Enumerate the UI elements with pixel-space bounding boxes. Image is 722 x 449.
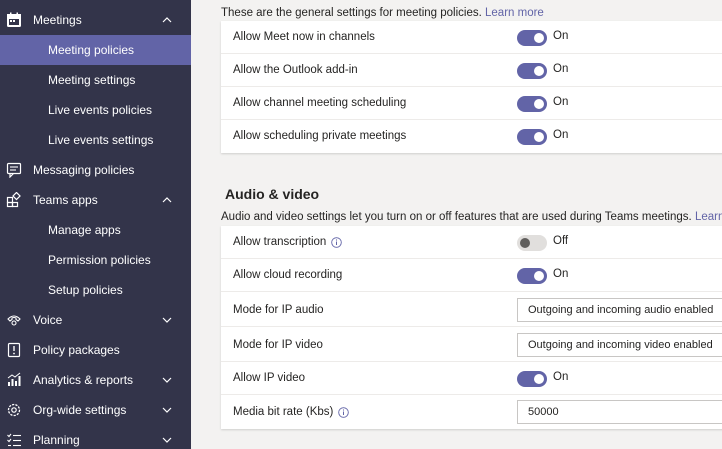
setting-row: Allow IP video On: [221, 362, 722, 395]
nav-voice-label: Voice: [33, 313, 63, 327]
setting-row: Allow Meet now in channels On: [221, 21, 722, 54]
nav-manage-apps-label: Manage apps: [48, 223, 121, 237]
message-icon: [6, 162, 22, 178]
gear-icon: [6, 402, 22, 418]
nav-meetings-label: Meetings: [33, 13, 82, 27]
nav-meeting-policies-label: Meeting policies: [48, 43, 135, 57]
toggle-state: On: [553, 268, 569, 280]
nav-org-wide-settings-label: Org-wide settings: [33, 403, 127, 417]
nav-teams-apps-label: Teams apps: [33, 193, 98, 207]
nav-meetings[interactable]: Meetings: [0, 5, 191, 35]
nav-analytics-reports-label: Analytics & reports: [33, 373, 134, 387]
ip-video-toggle[interactable]: [517, 371, 547, 387]
setting-row: Media bit rate (Kbs) 50000: [221, 395, 722, 429]
nav-live-events-policies-label: Live events policies: [48, 103, 153, 117]
nav-policy-packages-label: Policy packages: [33, 343, 120, 357]
nav-live-events-settings[interactable]: Live events settings: [0, 125, 191, 155]
nav-planning[interactable]: Planning: [0, 425, 191, 449]
nav-analytics-reports[interactable]: Analytics & reports: [0, 365, 191, 395]
outlook-addin-toggle[interactable]: [517, 63, 547, 79]
toggle-state: On: [553, 30, 569, 42]
setting-label: Allow IP video: [233, 372, 306, 384]
setting-row: Mode for IP video Outgoing and incoming …: [221, 327, 722, 362]
nav-setup-policies[interactable]: Setup policies: [0, 275, 191, 305]
toggle-state: On: [553, 129, 569, 141]
nav-org-wide-settings[interactable]: Org-wide settings: [0, 395, 191, 425]
audio-video-learn-more-link[interactable]: Learn more: [695, 211, 722, 223]
setting-label: Allow scheduling private meetings: [233, 130, 407, 142]
nav-messaging-policies-label: Messaging policies: [33, 163, 135, 177]
general-settings-card: Allow Meet now in channels On Allow the …: [221, 21, 722, 153]
bitrate-input[interactable]: 50000: [517, 400, 722, 424]
package-icon: [6, 342, 22, 358]
nav-live-events-settings-label: Live events settings: [48, 133, 154, 147]
setting-label: Allow cloud recording: [233, 269, 343, 281]
nav-meeting-policies[interactable]: Meeting policies: [0, 35, 191, 65]
calendar-icon: [6, 12, 22, 28]
nav-manage-apps[interactable]: Manage apps: [0, 215, 191, 245]
ip-audio-select[interactable]: Outgoing and incoming audio enabled: [517, 298, 722, 322]
setting-row: Mode for IP audio Outgoing and incoming …: [221, 292, 722, 327]
checklist-icon: [6, 432, 22, 448]
setting-label: Allow Meet now in channels: [233, 31, 375, 43]
chevron-up-icon: [162, 197, 172, 203]
transcription-toggle[interactable]: [517, 235, 547, 251]
channel-scheduling-toggle[interactable]: [517, 96, 547, 112]
nav-meeting-settings[interactable]: Meeting settings: [0, 65, 191, 95]
setting-row: Allow cloud recording On: [221, 259, 722, 292]
toggle-state: Off: [553, 235, 569, 247]
general-learn-more-link[interactable]: Learn more: [485, 7, 544, 19]
cloud-recording-toggle[interactable]: [517, 268, 547, 284]
toggle-state: On: [553, 371, 569, 383]
nav-setup-policies-label: Setup policies: [48, 283, 123, 297]
audio-video-description: Audio and video settings let you turn on…: [221, 211, 722, 223]
left-nav: Meetings Meeting policies Meeting settin…: [0, 0, 191, 449]
setting-label: Allow the Outlook add-in: [233, 64, 358, 76]
toggle-state: On: [553, 96, 569, 108]
setting-label: Allow transcription: [233, 236, 343, 248]
setting-row: Allow the Outlook add-in On: [221, 54, 722, 87]
chevron-down-icon: [162, 377, 172, 383]
chevron-up-icon: [162, 17, 172, 23]
nav-teams-apps[interactable]: Teams apps: [0, 185, 191, 215]
nav-permission-policies[interactable]: Permission policies: [0, 245, 191, 275]
toggle-state: On: [553, 63, 569, 75]
analytics-icon: [6, 372, 22, 388]
general-description: These are the general settings for meeti…: [221, 7, 544, 19]
info-icon[interactable]: [331, 236, 343, 248]
setting-label: Allow channel meeting scheduling: [233, 97, 407, 109]
chevron-down-icon: [162, 317, 172, 323]
setting-label: Mode for IP audio: [233, 304, 324, 316]
nav-messaging-policies[interactable]: Messaging policies: [0, 155, 191, 185]
info-icon[interactable]: [338, 406, 350, 418]
setting-row: Allow transcription Off: [221, 226, 722, 259]
setting-row: Allow scheduling private meetings On: [221, 120, 722, 153]
nav-planning-label: Planning: [33, 433, 80, 447]
main-content: These are the general settings for meeti…: [191, 0, 722, 449]
audio-video-title: Audio & video: [225, 186, 320, 202]
nav-permission-policies-label: Permission policies: [48, 253, 151, 267]
ip-video-select[interactable]: Outgoing and incoming video enabled: [517, 333, 722, 357]
nav-policy-packages[interactable]: Policy packages: [0, 335, 191, 365]
nav-meeting-settings-label: Meeting settings: [48, 73, 136, 87]
setting-label: Mode for IP video: [233, 339, 323, 351]
setting-label: Media bit rate (Kbs): [233, 406, 350, 418]
voice-icon: [6, 312, 22, 328]
private-meetings-toggle[interactable]: [517, 129, 547, 145]
nav-live-events-policies[interactable]: Live events policies: [0, 95, 191, 125]
chevron-down-icon: [162, 437, 172, 443]
apps-icon: [6, 192, 22, 208]
setting-row: Allow channel meeting scheduling On: [221, 87, 722, 120]
audio-video-card: Allow transcription Off Allow cloud reco…: [221, 226, 722, 429]
chevron-down-icon: [162, 407, 172, 413]
meet-now-toggle[interactable]: [517, 30, 547, 46]
nav-voice[interactable]: Voice: [0, 305, 191, 335]
